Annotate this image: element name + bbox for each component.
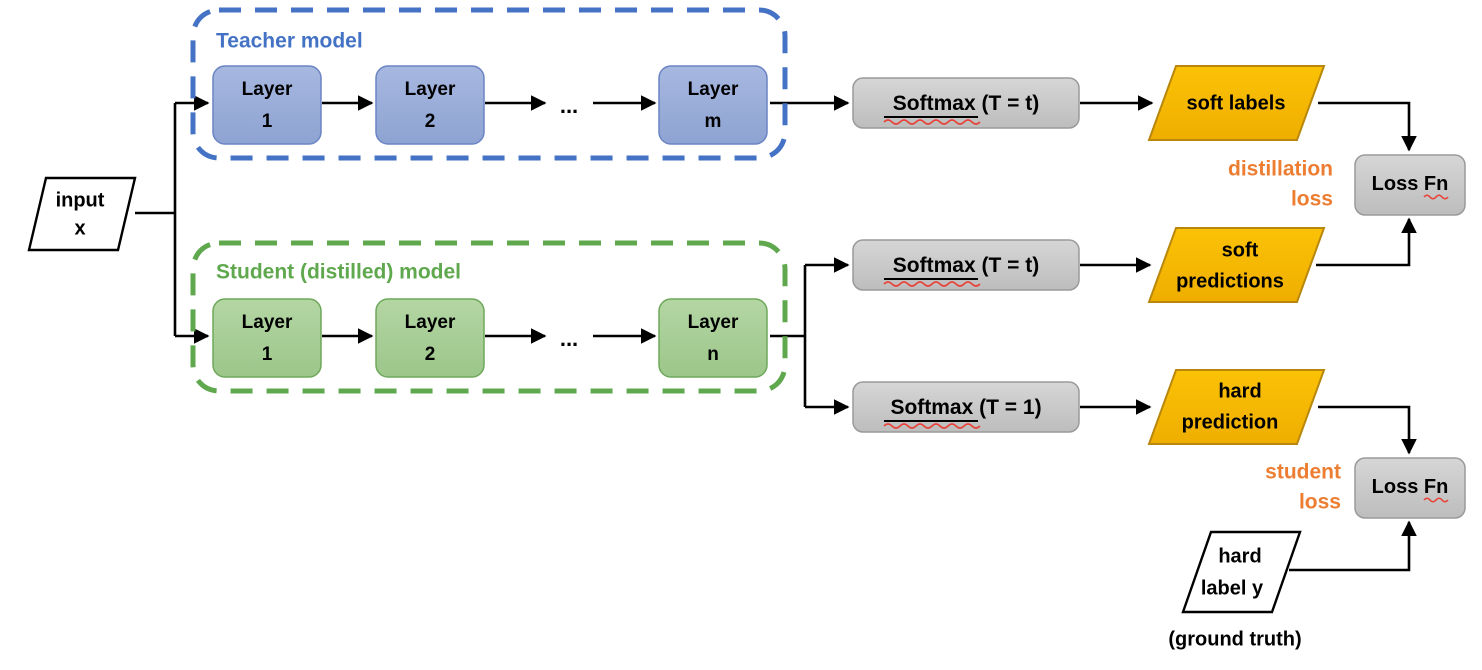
student-layer-1-line2: 1 [262, 344, 273, 365]
teacher-layer-1: Layer 1 [212, 65, 322, 145]
student-loss-word2: Fn [1424, 476, 1448, 498]
student-layer-n-box [658, 298, 768, 378]
teacher-layer-2-line1: Layer [405, 79, 456, 100]
student-loss-group: student loss Loss Fn [1265, 457, 1466, 519]
teacher-layer-m: Layer m [658, 65, 768, 145]
student-loss-word1: Loss [1372, 476, 1419, 498]
teacher-layer-1-box [212, 65, 322, 145]
teacher-layer-2: Layer 2 [375, 65, 485, 145]
soft-predictions-line2: predictions [1176, 270, 1284, 292]
softmax-student-hard-args: (T = 1) [973, 396, 1041, 419]
hard-label-line1: hard [1218, 545, 1261, 567]
softmax-teacher-args: (T = t) [976, 92, 1040, 115]
teacher-group-label: Teacher model [216, 30, 363, 53]
soft-predictions-node: soft predictions [1147, 227, 1326, 303]
distillation-loss-group: distillation loss Loss Fn [1228, 154, 1466, 216]
connector-lines [135, 95, 1417, 572]
student-layer-2-box [375, 298, 485, 378]
edge-hard-label-to-loss2 [1289, 520, 1417, 572]
input-node: input x [27, 176, 137, 252]
distillation-loss-word2: Fn [1424, 173, 1448, 195]
teacher-layer-m-line1: Layer [688, 79, 739, 100]
distillation-loss-word1: Loss [1372, 173, 1419, 195]
input-label-line1: input [56, 189, 105, 211]
teacher-layer-2-box [375, 65, 485, 145]
knowledge-distillation-diagram: Teacher model Layer 1 Layer 2 ... Layer … [0, 0, 1482, 670]
hard-prediction-line1: hard [1218, 380, 1261, 402]
ground-truth-caption: (ground truth) [1168, 628, 1301, 650]
student-group: Student (distilled) model Layer 1 Layer … [190, 240, 788, 394]
teacher-layer-1-line2: 1 [262, 111, 273, 132]
softmax-teacher[interactable]: Softmax (T = t) [852, 77, 1080, 129]
hard-label-shape [1181, 530, 1302, 614]
teacher-ellipsis: ... [560, 93, 578, 118]
hard-prediction-line2: prediction [1182, 411, 1279, 433]
softmax-student-soft-args: (T = t) [976, 254, 1040, 277]
distillation-loss-annot-line2: loss [1291, 188, 1333, 211]
student-loss-annot-line2: loss [1299, 491, 1341, 514]
teacher-layer-2-line2: 2 [425, 111, 436, 132]
teacher-layer-m-box [658, 65, 768, 145]
student-loss-annot-line1: student [1265, 461, 1341, 484]
student-ellipsis: ... [560, 326, 578, 351]
softmax-student-hard[interactable]: Softmax (T = 1) [852, 381, 1080, 433]
student-layer-2: Layer 2 [375, 298, 485, 378]
hard-label-node: hard label y (ground truth) [1168, 530, 1302, 650]
student-layer-1: Layer 1 [212, 298, 322, 378]
input-label-line2: x [74, 217, 85, 239]
hard-prediction-node: hard prediction [1147, 369, 1326, 445]
softmax-student-soft-word: Softmax [893, 254, 976, 277]
teacher-layer-1-line1: Layer [242, 79, 293, 100]
edge-hard-prediction-to-loss2 [1318, 405, 1417, 455]
student-group-label: Student (distilled) model [216, 261, 461, 284]
student-layer-1-line1: Layer [242, 312, 293, 333]
student-layer-1-box [212, 298, 322, 378]
soft-predictions-line1: soft [1222, 239, 1259, 261]
student-layer-2-line1: Layer [405, 312, 456, 333]
softmax-student-soft-text: Softmax (T = t) [893, 254, 1039, 277]
soft-labels-node: soft labels [1147, 65, 1326, 141]
teacher-group: Teacher model Layer 1 Layer 2 ... Layer … [190, 7, 788, 161]
softmax-student-hard-text: Softmax (T = 1) [890, 396, 1041, 419]
student-layer-n-line1: Layer [688, 312, 739, 333]
teacher-layer-m-line2: m [705, 111, 722, 132]
student-layer-2-line2: 2 [425, 344, 436, 365]
softmax-teacher-word: Softmax [893, 92, 976, 115]
softmax-student-soft[interactable]: Softmax (T = t) [852, 239, 1080, 291]
student-layer-n: Layer n [658, 298, 768, 378]
distillation-loss-annot-line1: distillation [1228, 158, 1333, 181]
student-loss-box-text: Loss Fn [1372, 476, 1449, 498]
softmax-student-hard-word: Softmax [890, 396, 973, 419]
diagram-canvas: Teacher model Layer 1 Layer 2 ... Layer … [27, 7, 1466, 650]
edge-soft-labels-to-loss1 [1318, 101, 1417, 152]
softmax-teacher-text: Softmax (T = t) [893, 92, 1039, 115]
soft-labels-label: soft labels [1187, 92, 1286, 114]
hard-label-line2: label y [1201, 577, 1264, 599]
distillation-loss-box-text: Loss Fn [1372, 173, 1449, 195]
student-layer-n-line2: n [707, 344, 719, 365]
edge-soft-predictions-to-loss1 [1316, 217, 1417, 267]
